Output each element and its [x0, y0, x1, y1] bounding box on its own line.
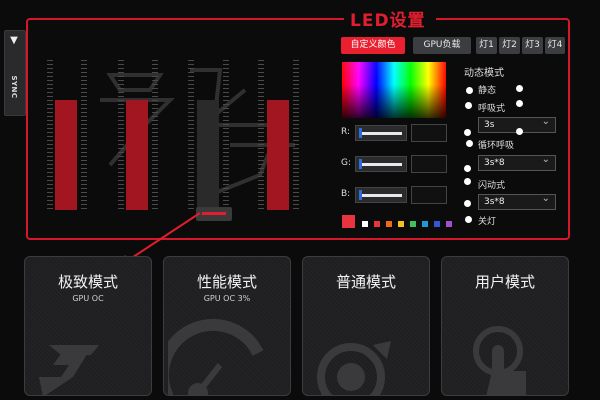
card-subtitle: GPU OC 3% [203, 294, 251, 303]
mode-cycle-breathing-label: 循环呼吸 [478, 141, 515, 151]
card-title: 用户模式 [474, 273, 535, 291]
palette-swatch[interactable] [410, 221, 416, 227]
current-color-swatch[interactable] [342, 215, 355, 228]
radio-cycle-breathing[interactable] [464, 129, 471, 136]
radio-indicator [464, 200, 471, 207]
led-settings-title: LED设置 [350, 11, 426, 31]
led-dot-column [188, 60, 194, 210]
radio-indicator [516, 100, 523, 107]
led-dot-column [81, 60, 87, 210]
radio-flash[interactable] [464, 165, 471, 172]
radio-static[interactable] [466, 87, 473, 94]
mode-card-performance[interactable]: 性能模式 GPU OC 3% [163, 256, 291, 396]
dropdown-arrow-icon[interactable]: ▼ [4, 30, 24, 52]
speedometer-icon [168, 318, 264, 395]
mode-card-extreme[interactable]: 极致模式 GPU OC [24, 256, 152, 396]
palette-swatch[interactable] [434, 221, 440, 227]
card-title: 性能模式 [196, 273, 257, 291]
dynamic-mode-title: 动态模式 [464, 68, 504, 79]
led-bar-4 [267, 100, 289, 210]
hand-touch-icon [473, 326, 526, 395]
b-slider[interactable] [355, 187, 407, 203]
b-value-input[interactable] [411, 186, 447, 204]
sync-label: SYNC [10, 75, 18, 99]
g-logo-icon [39, 345, 99, 395]
led-dot-column [47, 60, 53, 210]
tab-light-2[interactable]: 灯2 [499, 37, 520, 54]
radio-indicator [464, 178, 471, 185]
mode-card-normal[interactable]: 普通模式 [302, 256, 430, 396]
radio-indicator [466, 140, 473, 147]
mode-breathing-label: 呼吸式 [478, 104, 506, 114]
radio-indicator [516, 128, 523, 135]
palette-swatch[interactable] [446, 221, 452, 227]
r-value-input[interactable] [411, 124, 447, 142]
refresh-cycle-icon [317, 341, 391, 395]
led-dot-column [258, 60, 264, 210]
mode-off-label: 关灯 [478, 217, 497, 227]
radio-breathing[interactable] [465, 102, 472, 109]
gpu-load-button[interactable]: GPU负载 [413, 37, 471, 54]
palette-swatch[interactable] [386, 221, 392, 227]
tab-light-4[interactable]: 灯4 [545, 37, 565, 54]
cycle-breathing-select[interactable]: 3s*8 [478, 153, 556, 171]
card-title: 极致模式 [57, 273, 118, 291]
card-title: 普通模式 [335, 273, 396, 291]
r-slider[interactable] [355, 125, 407, 141]
palette-swatch[interactable] [362, 221, 368, 227]
palette-swatch[interactable] [374, 221, 380, 227]
mode-flash-label: 闪动式 [478, 181, 506, 191]
tab-light-1[interactable]: 灯1 [476, 37, 497, 54]
led-bar-1 [55, 100, 77, 210]
mode-static-label: 静态 [478, 86, 497, 96]
mode-card-user[interactable]: 用户模式 [441, 256, 569, 396]
led-dot-column [118, 60, 124, 210]
led-bar-2 [126, 100, 148, 210]
led-dot-column [152, 60, 158, 210]
palette-swatch[interactable] [422, 221, 428, 227]
led-dot-column [293, 60, 299, 210]
g-value-input[interactable] [411, 155, 447, 173]
color-picker-gradient[interactable] [342, 62, 446, 118]
led-bar-3-selected[interactable] [197, 100, 219, 210]
palette-swatch[interactable] [398, 221, 404, 227]
r-label: R: [341, 127, 351, 137]
radio-off[interactable] [465, 216, 472, 223]
card-subtitle: GPU OC [72, 294, 104, 303]
flash-select[interactable]: 3s*8 [478, 192, 556, 210]
radio-indicator [516, 85, 523, 92]
led-dot-column [223, 60, 229, 210]
b-label: B: [341, 189, 351, 199]
g-label: G: [341, 158, 352, 168]
custom-color-button[interactable]: 自定义颜色 [341, 37, 405, 54]
g-slider[interactable] [355, 156, 407, 172]
tab-light-3[interactable]: 灯3 [522, 37, 543, 54]
